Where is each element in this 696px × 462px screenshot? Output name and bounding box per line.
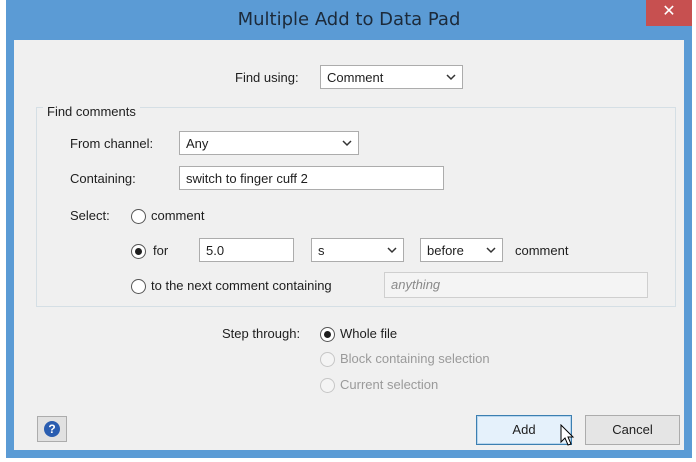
step-through-label: Step through: [222, 326, 301, 341]
chevron-down-icon [446, 74, 456, 81]
next-comment-input: anything [384, 272, 648, 298]
when-value: before [427, 243, 464, 258]
help-button[interactable]: ? [37, 416, 67, 442]
next-comment-placeholder: anything [391, 277, 441, 292]
chevron-down-icon [387, 247, 397, 254]
add-button[interactable]: Add [476, 415, 572, 445]
mouse-pointer-icon [560, 424, 575, 446]
dialog-window: Multiple Add to Data Pad ✕ Find using: C… [6, 0, 692, 458]
containing-input[interactable]: switch to finger cuff 2 [179, 166, 444, 190]
when-select[interactable]: before [420, 238, 503, 262]
radio-current-selection [320, 378, 335, 393]
for-value: 5.0 [206, 243, 225, 258]
radio-next-comment[interactable] [131, 279, 146, 294]
radio-whole-file-label[interactable]: Whole file [340, 326, 397, 341]
radio-whole-file[interactable] [320, 327, 335, 342]
radio-current-selection-label: Current selection [340, 377, 439, 392]
after-comment-label: comment [515, 243, 569, 258]
units-value: s [318, 243, 325, 258]
radio-block-selection [320, 352, 335, 367]
find-using-select[interactable]: Comment [320, 65, 463, 89]
from-channel-value: Any [186, 136, 209, 151]
dialog-body: Find using: Comment Find comments From c… [14, 40, 684, 450]
radio-block-selection-label: Block containing selection [340, 351, 490, 366]
find-using-value: Comment [327, 70, 384, 85]
help-icon: ? [44, 421, 60, 437]
find-using-label: Find using: [235, 70, 299, 85]
close-button[interactable]: ✕ [646, 0, 692, 26]
radio-comment-label[interactable]: comment [151, 208, 204, 223]
containing-value: switch to finger cuff 2 [186, 171, 308, 186]
containing-label: Containing: [70, 171, 136, 186]
chevron-down-icon [486, 247, 496, 254]
dialog-title: Multiple Add to Data Pad [237, 9, 461, 30]
for-value-input[interactable]: 5.0 [199, 238, 294, 262]
title-bar[interactable]: Multiple Add to Data Pad ✕ [6, 0, 692, 40]
radio-next-comment-label[interactable]: to the next comment containing [151, 278, 332, 293]
cancel-button[interactable]: Cancel [585, 415, 680, 445]
from-channel-select[interactable]: Any [179, 131, 359, 155]
radio-comment[interactable] [131, 209, 146, 224]
units-select[interactable]: s [311, 238, 404, 262]
radio-for-label[interactable]: for [153, 243, 168, 258]
from-channel-label: From channel: [70, 136, 154, 151]
radio-for[interactable] [131, 244, 146, 259]
find-comments-title: Find comments [43, 104, 140, 119]
select-label: Select: [70, 208, 110, 223]
chevron-down-icon [342, 140, 352, 147]
close-icon: ✕ [662, 3, 676, 20]
